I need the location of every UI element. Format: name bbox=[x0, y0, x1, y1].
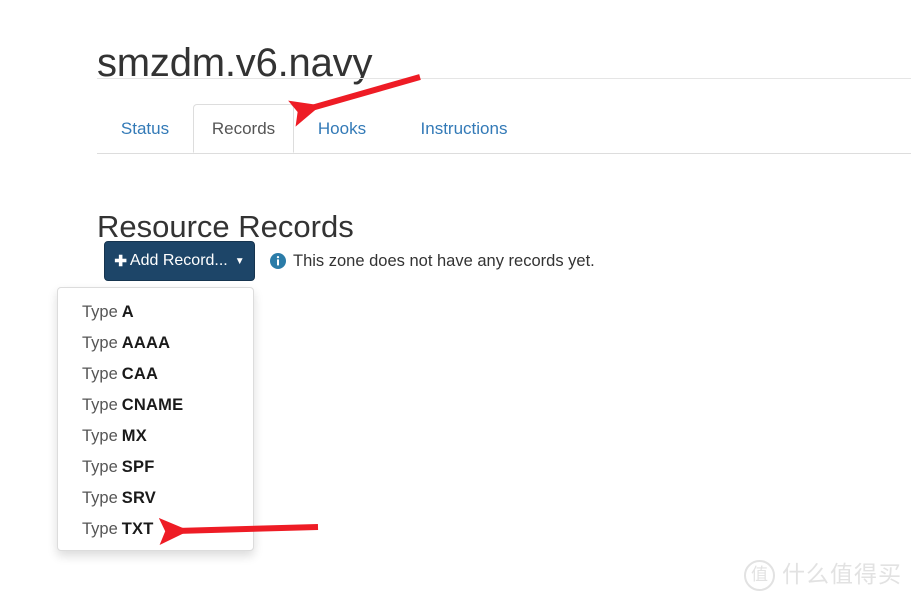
tab-instructions[interactable]: Instructions bbox=[397, 104, 531, 153]
tab-hooks[interactable]: Hooks bbox=[299, 104, 385, 153]
menu-item-type-cname[interactable]: Type CNAME bbox=[58, 390, 253, 421]
record-type-dropdown[interactable]: Type A Type AAAA Type CAA Type CNAME Type MX … bbox=[57, 287, 254, 551]
menu-item-code: SRV bbox=[121, 489, 157, 507]
menu-item-prefix: Type bbox=[82, 427, 118, 445]
menu-item-code: CNAME bbox=[121, 396, 184, 414]
menu-item-type-aaaa[interactable]: Type AAAA bbox=[58, 328, 253, 359]
menu-item-type-srv[interactable]: Type SRV bbox=[58, 483, 253, 514]
tab-bar: Status Records Hooks Instructions bbox=[97, 104, 911, 154]
watermark-logo-icon: 值 bbox=[744, 560, 775, 591]
menu-item-code: AAAA bbox=[121, 334, 171, 352]
menu-item-prefix: Type bbox=[82, 520, 118, 538]
menu-item-type-txt[interactable]: Type TXT bbox=[58, 514, 253, 545]
add-record-label: Add Record... bbox=[129, 252, 228, 269]
add-record-button[interactable]: ✚ Add Record... ▼ bbox=[104, 241, 255, 281]
menu-item-prefix: Type bbox=[82, 365, 118, 383]
empty-zone-message: This zone does not have any records yet. bbox=[293, 252, 595, 270]
menu-item-prefix: Type bbox=[82, 334, 118, 352]
info-circle-icon bbox=[270, 253, 286, 269]
menu-item-code: CAA bbox=[121, 365, 159, 383]
menu-item-code: SPF bbox=[121, 458, 155, 476]
menu-item-prefix: Type bbox=[82, 303, 118, 321]
menu-item-prefix: Type bbox=[82, 396, 118, 414]
menu-item-prefix: Type bbox=[82, 489, 118, 507]
menu-item-type-spf[interactable]: Type SPF bbox=[58, 452, 253, 483]
page-title: smzdm.v6.navy bbox=[97, 40, 373, 85]
watermark: 值 什么值得买 bbox=[744, 560, 902, 591]
tab-records[interactable]: Records bbox=[193, 104, 294, 153]
menu-item-type-mx[interactable]: Type MX bbox=[58, 421, 253, 452]
plus-icon: ✚ bbox=[114, 252, 127, 270]
empty-zone-notice: This zone does not have any records yet. bbox=[270, 251, 595, 271]
page-root: smzdm.v6.navy Status Records Hooks Instr… bbox=[0, 0, 911, 601]
chevron-down-icon: ▼ bbox=[234, 256, 245, 267]
menu-item-type-a[interactable]: Type A bbox=[58, 297, 253, 328]
menu-item-code: MX bbox=[121, 427, 147, 445]
menu-item-type-caa[interactable]: Type CAA bbox=[58, 359, 253, 390]
menu-item-code: TXT bbox=[121, 520, 154, 538]
watermark-text: 什么值得买 bbox=[782, 562, 902, 588]
menu-item-prefix: Type bbox=[82, 458, 118, 476]
tab-status[interactable]: Status bbox=[97, 104, 193, 153]
menu-item-code: A bbox=[121, 303, 134, 321]
tab-bar-baseline bbox=[97, 153, 911, 154]
title-divider bbox=[97, 78, 911, 79]
